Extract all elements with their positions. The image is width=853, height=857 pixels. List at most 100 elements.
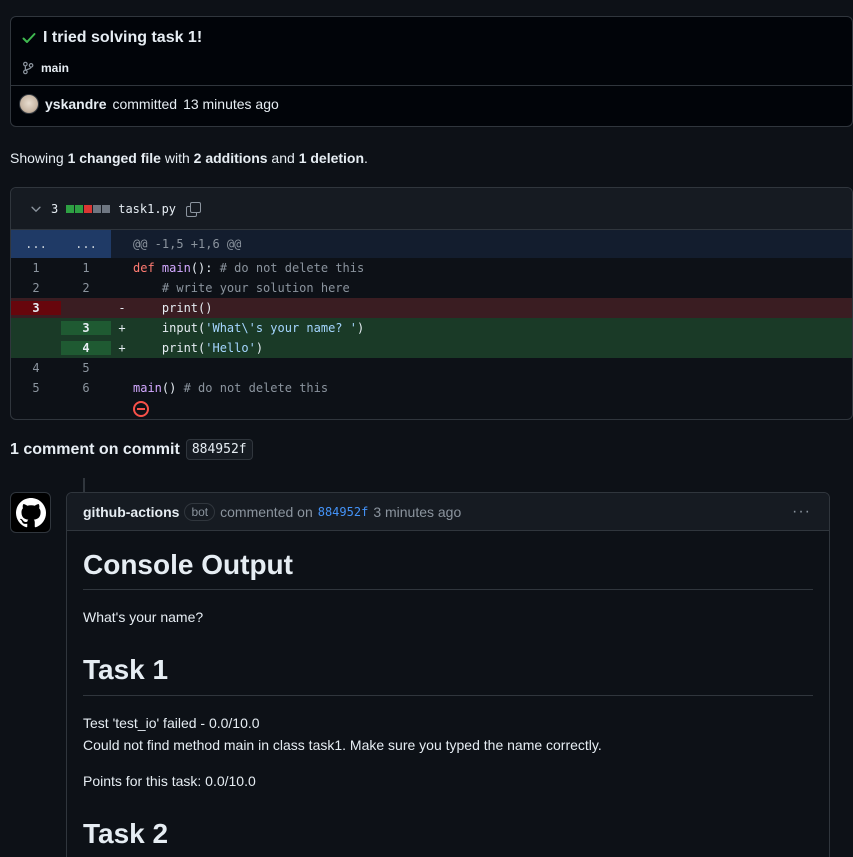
heading-task-2: Task 2 xyxy=(83,818,169,849)
heading-rule xyxy=(83,589,813,590)
diff-change-count: 3 xyxy=(51,201,59,216)
code-text: () xyxy=(161,381,184,395)
chevron-down-icon[interactable] xyxy=(29,202,43,216)
new-line-number[interactable]: 3 xyxy=(61,321,111,335)
summary-mid2: and xyxy=(267,150,299,166)
diff-sign: + xyxy=(118,341,126,355)
commit-time[interactable]: 13 minutes ago xyxy=(183,96,279,112)
task1-points: Points for this task: 0.0/10.0 xyxy=(83,773,256,789)
heading-console-output: Console Output xyxy=(83,549,293,580)
heading-rule xyxy=(83,695,813,696)
diffstat-neutral xyxy=(102,204,111,213)
task1-error-line: Could not find method main in class task… xyxy=(83,737,602,753)
commit-header: I tried solving task 1! main yskandre co… xyxy=(10,16,853,127)
diff-line-added: 4 + print('Hello') xyxy=(11,338,852,358)
summary-deletions: 1 deletion xyxy=(298,150,365,166)
function-name: main xyxy=(161,261,191,275)
bot-badge: bot xyxy=(184,502,216,521)
diffstat-blocks xyxy=(66,204,111,213)
code-line: print('Hello') xyxy=(133,341,263,355)
code-line: def main(): # do not delete this xyxy=(133,261,364,275)
branch-link[interactable]: main xyxy=(21,61,69,75)
code-comment: # do not delete this xyxy=(219,261,365,275)
code-text: ) xyxy=(255,341,264,355)
summary-changed[interactable]: 1 changed file xyxy=(68,150,161,166)
old-line-number[interactable]: 2 xyxy=(11,281,61,295)
expand-down[interactable]: ... xyxy=(61,230,111,258)
diff-line: 4 5 xyxy=(11,358,852,378)
check-icon xyxy=(22,33,36,43)
commit-sha-chip[interactable]: 884952f xyxy=(185,439,253,460)
old-line-number[interactable]: 4 xyxy=(11,361,61,375)
comments-heading-text: 1 comment on commit xyxy=(10,440,180,458)
diff-line-deleted: 3 - print() xyxy=(11,298,852,318)
new-line-number[interactable]: 2 xyxy=(61,281,111,295)
function-name: main xyxy=(133,381,162,395)
comment-sha-link[interactable]: 884952f xyxy=(318,505,369,519)
new-line-number[interactable]: 6 xyxy=(61,381,111,395)
diffstat-neutral xyxy=(93,204,102,213)
summary-suffix: . xyxy=(364,150,368,166)
file-header: 3 task1.py xyxy=(11,188,852,230)
copy-icon[interactable] xyxy=(186,201,202,217)
commit-title-row: I tried solving task 1! xyxy=(21,29,202,47)
divider xyxy=(11,85,852,86)
avatar[interactable] xyxy=(10,492,51,533)
code-line: print() xyxy=(133,301,213,315)
code-text: ) xyxy=(356,321,365,335)
code-string: 'Hello' xyxy=(205,341,256,355)
heading-task-1: Task 1 xyxy=(83,654,169,685)
summary-prefix: Showing xyxy=(10,150,68,166)
github-logo-icon xyxy=(15,497,46,527)
console-text: What's your name? xyxy=(83,609,204,625)
commit-author-row: yskandre committed 13 minutes ago xyxy=(19,94,279,114)
branch-name: main xyxy=(41,61,70,75)
new-line-number[interactable]: 4 xyxy=(61,341,111,355)
diff-line: 5 6 main() # do not delete this xyxy=(11,378,852,398)
expand-up[interactable]: ... xyxy=(11,230,61,258)
summary-additions: 2 additions xyxy=(193,150,268,166)
comment-header: github-actions bot commented on 884952f … xyxy=(67,493,829,531)
diff-line-added: 3 + input('What\'s your name? ') xyxy=(11,318,852,338)
comment-action: commented on xyxy=(220,503,313,520)
keyword: def xyxy=(133,261,155,275)
commit-comment: github-actions bot commented on 884952f … xyxy=(66,492,830,857)
code-comment: # write your solution here xyxy=(133,281,350,295)
diff-summary: Showing 1 changed file with 2 additions … xyxy=(10,150,368,166)
commit-title: I tried solving task 1! xyxy=(43,29,203,46)
comment-time[interactable]: 3 minutes ago xyxy=(373,504,461,520)
author-link[interactable]: yskandre xyxy=(45,96,106,112)
code-line: main() # do not delete this xyxy=(133,381,328,395)
git-branch-icon xyxy=(23,61,34,75)
code-text: (): xyxy=(190,261,220,275)
summary-mid1: with xyxy=(160,150,194,166)
kebab-menu-icon[interactable]: ··· xyxy=(792,503,811,521)
blocked-icon xyxy=(133,401,149,417)
timeline-line xyxy=(83,478,85,492)
task1-result-line: Test 'test_io' failed - 0.0/10.0 xyxy=(83,715,260,731)
old-line-number[interactable]: 5 xyxy=(11,381,61,395)
old-line-number[interactable]: 1 xyxy=(11,261,61,275)
avatar[interactable] xyxy=(19,94,39,114)
comments-heading: 1 comment on commit 884952f xyxy=(10,439,253,460)
new-line-number[interactable]: 5 xyxy=(61,361,111,375)
code-string: 'What\'s your name? ' xyxy=(205,321,357,335)
diff-line: 1 1 def main(): # do not delete this xyxy=(11,258,852,278)
file-name-link[interactable]: task1.py xyxy=(118,202,176,216)
hunk-header: @@ -1,5 +1,6 @@ xyxy=(133,237,242,251)
file-diff: 3 task1.py ... ... @@ -1,5 +1,6 @@ 1 1 d… xyxy=(10,187,853,420)
code-text: input( xyxy=(133,321,206,335)
comment-author-link[interactable]: github-actions xyxy=(83,504,179,520)
new-line-number[interactable]: 1 xyxy=(61,261,111,275)
diff-sign: + xyxy=(118,321,126,335)
diff-sign: - xyxy=(118,301,126,315)
old-line-number[interactable]: 3 xyxy=(11,301,61,315)
diff-line: 2 2 # write your solution here xyxy=(11,278,852,298)
hunk-header-row: ... ... @@ -1,5 +1,6 @@ xyxy=(11,230,852,258)
diffstat-add xyxy=(75,204,84,213)
code-comment: # do not delete this xyxy=(183,381,329,395)
code-text: print( xyxy=(133,341,206,355)
code-line: input('What\'s your name? ') xyxy=(133,321,364,335)
diffstat-add xyxy=(66,204,75,213)
commit-action: committed xyxy=(112,96,178,112)
